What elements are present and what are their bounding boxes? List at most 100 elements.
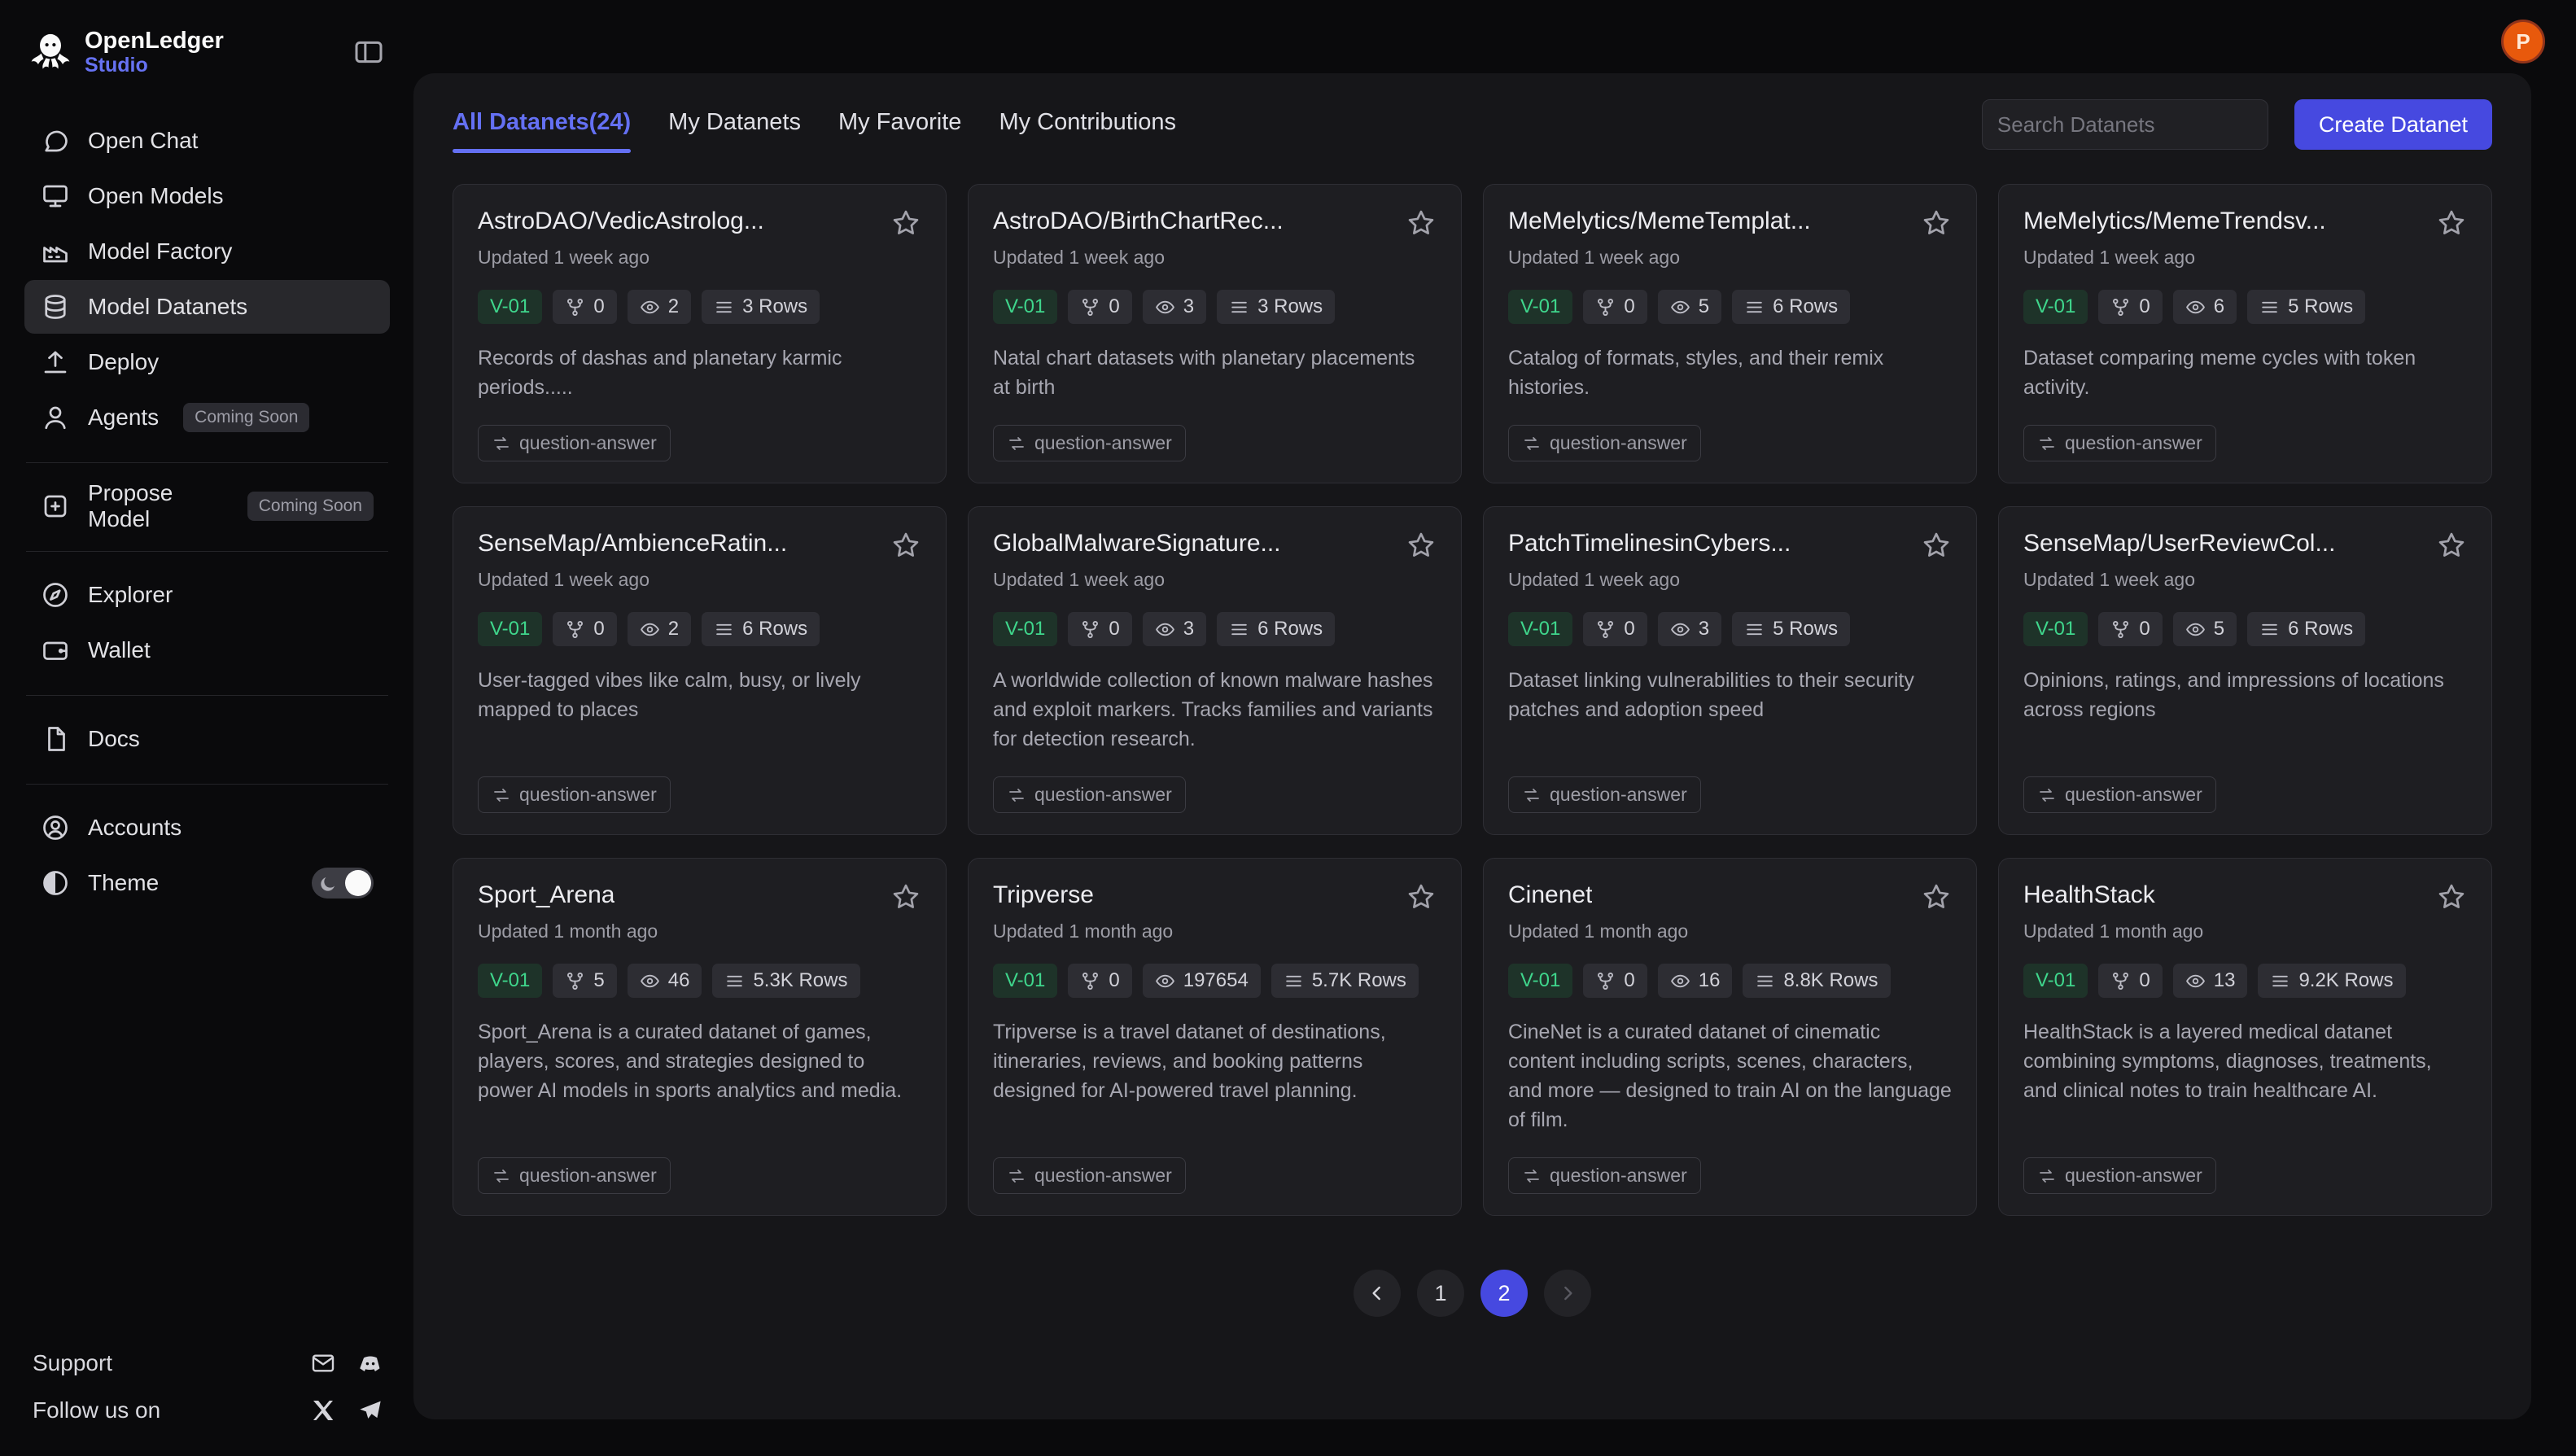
tab-my-datanets[interactable]: My Datanets: [668, 109, 801, 153]
datanet-card[interactable]: MeMelytics/MemeTemplat... Updated 1 week…: [1483, 184, 1977, 483]
rows-icon: [1755, 971, 1775, 991]
sidebar-item-open-models[interactable]: Open Models: [24, 169, 390, 223]
datanet-description: CineNet is a curated datanet of cinemati…: [1508, 1017, 1952, 1135]
account-icon: [41, 813, 70, 842]
stat-badges: V-01 0 3 3 Rows: [993, 290, 1437, 324]
favorite-star-icon[interactable]: [1406, 530, 1437, 561]
create-datanet-button[interactable]: Create Datanet: [2294, 99, 2492, 150]
tag-row: question-answer: [2023, 402, 2467, 461]
datanet-updated: Updated 1 month ago: [478, 920, 921, 942]
forks-stat: 0: [2098, 964, 2162, 998]
views-count: 5: [2214, 618, 2224, 641]
brand-name: OpenLedger: [85, 28, 224, 54]
card-header: Sport_Arena: [478, 881, 921, 912]
datanet-card[interactable]: Cinenet Updated 1 month ago V-01 0 16 8.…: [1483, 858, 1977, 1216]
tag-row: question-answer: [478, 402, 921, 461]
sidebar-item-label: Theme: [88, 870, 159, 896]
favorite-star-icon[interactable]: [2436, 530, 2467, 561]
sidebar-item-theme[interactable]: Theme: [24, 856, 390, 910]
favorite-star-icon[interactable]: [2436, 881, 2467, 912]
favorite-star-icon[interactable]: [1921, 530, 1952, 561]
datanet-card[interactable]: Tripverse Updated 1 month ago V-01 0 197…: [968, 858, 1462, 1216]
pagination-prev-button[interactable]: [1354, 1270, 1401, 1317]
sidebar-divider: [26, 695, 388, 696]
sidebar-item-wallet[interactable]: Wallet: [24, 623, 390, 677]
datanet-card[interactable]: HealthStack Updated 1 month ago V-01 0 1…: [1998, 858, 2492, 1216]
tab-my-contributions[interactable]: My Contributions: [999, 109, 1176, 153]
datanet-title: AstroDAO/VedicAstrolog...: [478, 208, 764, 235]
datanet-card[interactable]: GlobalMalwareSignature... Updated 1 week…: [968, 506, 1462, 835]
sidebar-item-label: Docs: [88, 726, 140, 752]
favorite-star-icon[interactable]: [1921, 208, 1952, 238]
sidebar-item-explorer[interactable]: Explorer: [24, 568, 390, 622]
tag-row: question-answer: [1508, 1135, 1952, 1194]
models-icon: [41, 181, 70, 211]
datanet-card[interactable]: SenseMap/AmbienceRatin... Updated 1 week…: [453, 506, 947, 835]
datanet-card[interactable]: AstroDAO/BirthChartRec... Updated 1 week…: [968, 184, 1462, 483]
pagination-page-2[interactable]: 2: [1480, 1270, 1528, 1317]
sidebar-item-docs[interactable]: Docs: [24, 712, 390, 766]
rows-count: 5 Rows: [1773, 618, 1838, 641]
coming-soon-badge: Coming Soon: [247, 492, 374, 521]
fork-icon: [1080, 297, 1100, 317]
pagination-page-1[interactable]: 1: [1417, 1270, 1464, 1317]
sidebar-item-open-chat[interactable]: Open Chat: [24, 114, 390, 168]
tag-row: question-answer: [1508, 754, 1952, 813]
x-twitter-icon[interactable]: [310, 1397, 336, 1423]
views-count: 2: [668, 618, 679, 641]
favorite-star-icon[interactable]: [1406, 881, 1437, 912]
views-stat: 3: [1143, 290, 1206, 324]
theme-toggle-knob: [345, 870, 371, 896]
datanet-title: PatchTimelinesinCybers...: [1508, 530, 1791, 557]
datanet-updated: Updated 1 month ago: [2023, 920, 2467, 942]
search-input[interactable]: [1997, 112, 2270, 138]
favorite-star-icon[interactable]: [890, 208, 921, 238]
sidebar-item-accounts[interactable]: Accounts: [24, 801, 390, 855]
views-stat: 3: [1143, 612, 1206, 646]
sidebar-item-deploy[interactable]: Deploy: [24, 335, 390, 389]
sidebar-nav: Open Chat Open Models Model Factory Mode…: [24, 114, 390, 912]
favorite-star-icon[interactable]: [2436, 208, 2467, 238]
forks-count: 0: [1624, 295, 1634, 318]
tab-my-favorite[interactable]: My Favorite: [838, 109, 961, 153]
forks-count: 0: [2139, 618, 2150, 641]
fork-icon: [565, 297, 585, 317]
pagination-next-button[interactable]: [1544, 1270, 1591, 1317]
sidebar-item-propose-model[interactable]: Propose Model Coming Soon: [24, 479, 390, 533]
rows-count: 5 Rows: [2288, 295, 2353, 318]
datanet-card[interactable]: SenseMap/UserReviewCol... Updated 1 week…: [1998, 506, 2492, 835]
sidebar-collapse-icon[interactable]: [352, 36, 385, 68]
card-header: MeMelytics/MemeTrendsv...: [2023, 208, 2467, 238]
mail-icon[interactable]: [310, 1350, 336, 1376]
sidebar-item-model-factory[interactable]: Model Factory: [24, 225, 390, 278]
discord-icon[interactable]: [357, 1350, 383, 1376]
sidebar-item-label: Open Models: [88, 183, 224, 209]
datanet-title: Sport_Arena: [478, 881, 614, 909]
category-tag: question-answer: [2023, 1157, 2216, 1194]
category-tag: question-answer: [478, 1157, 671, 1194]
category-tag-label: question-answer: [519, 1165, 657, 1187]
favorite-star-icon[interactable]: [890, 530, 921, 561]
datanet-card[interactable]: PatchTimelinesinCybers... Updated 1 week…: [1483, 506, 1977, 835]
version-badge: V-01: [478, 612, 542, 646]
user-avatar[interactable]: P: [2501, 20, 2545, 63]
rows-stat: 6 Rows: [702, 612, 820, 646]
datanet-card[interactable]: Sport_Arena Updated 1 month ago V-01 5 4…: [453, 858, 947, 1216]
sidebar-item-agents[interactable]: Agents Coming Soon: [24, 391, 390, 444]
favorite-star-icon[interactable]: [890, 881, 921, 912]
rows-stat: 3 Rows: [702, 290, 820, 324]
tag-row: question-answer: [993, 1135, 1437, 1194]
card-header: HealthStack: [2023, 881, 2467, 912]
favorite-star-icon[interactable]: [1921, 881, 1952, 912]
sidebar-item-model-datanets[interactable]: Model Datanets: [24, 280, 390, 334]
datanet-card[interactable]: MeMelytics/MemeTrendsv... Updated 1 week…: [1998, 184, 2492, 483]
stat-badges: V-01 0 2 3 Rows: [478, 290, 921, 324]
theme-toggle[interactable]: [312, 868, 374, 899]
category-tag: question-answer: [2023, 425, 2216, 461]
datanet-card[interactable]: AstroDAO/VedicAstrolog... Updated 1 week…: [453, 184, 947, 483]
stat-badges: V-01 0 2 6 Rows: [478, 612, 921, 646]
datanet-title: Cinenet: [1508, 881, 1592, 909]
tab-all-datanets[interactable]: All Datanets(24): [453, 109, 631, 153]
telegram-icon[interactable]: [357, 1397, 383, 1423]
favorite-star-icon[interactable]: [1406, 208, 1437, 238]
